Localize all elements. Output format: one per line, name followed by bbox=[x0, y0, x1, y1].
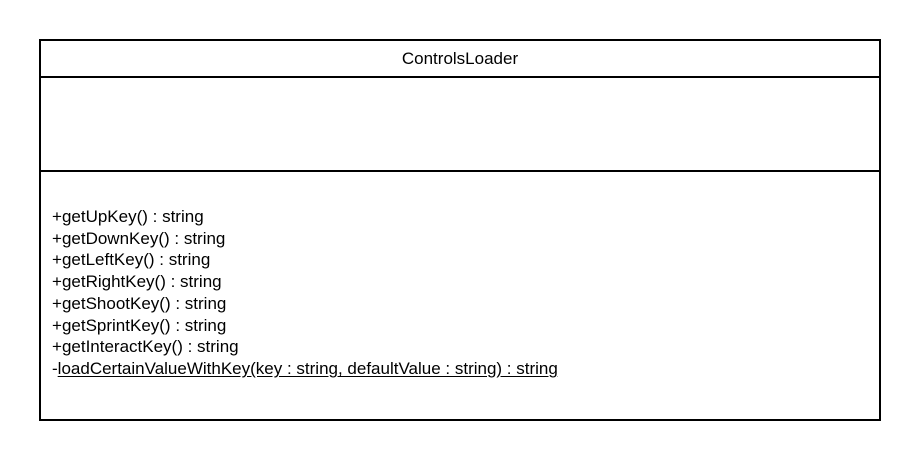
operation-visibility: + bbox=[52, 250, 62, 270]
operation-get-shoot-key: +getShootKey() : string bbox=[52, 293, 879, 315]
attributes-compartment bbox=[41, 78, 879, 172]
class-name: ControlsLoader bbox=[401, 48, 519, 68]
operation-visibility: + bbox=[52, 272, 62, 292]
operation-signature-static: loadCertainValueWithKey(key : string, de… bbox=[57, 358, 558, 378]
operation-signature: getInteractKey() : string bbox=[61, 337, 239, 357]
uml-class-box: ControlsLoader +getUpKey() : string +get… bbox=[39, 39, 881, 421]
operation-signature: getSprintKey() : string bbox=[61, 315, 227, 335]
operation-visibility: + bbox=[52, 315, 62, 335]
operation-get-right-key: +getRightKey() : string bbox=[52, 271, 879, 293]
operation-visibility: + bbox=[52, 337, 62, 357]
operations-compartment: +getUpKey() : string +getDownKey() : str… bbox=[41, 172, 879, 380]
operation-signature: getUpKey() : string bbox=[61, 207, 204, 226]
operation-visibility: + bbox=[52, 293, 62, 313]
operation-signature: getRightKey() : string bbox=[61, 272, 222, 292]
operation-load-certain-value-with-key: -loadCertainValueWithKey(key : string, d… bbox=[52, 358, 879, 380]
operation-signature: getShootKey() : string bbox=[61, 293, 227, 313]
operation-get-sprint-key: +getSprintKey() : string bbox=[52, 315, 879, 337]
operation-get-down-key: +getDownKey() : string bbox=[52, 228, 879, 250]
operation-signature: getDownKey() : string bbox=[61, 228, 226, 248]
operation-visibility: + bbox=[52, 228, 62, 248]
operation-signature: getLeftKey() : string bbox=[61, 250, 211, 270]
operation-get-up-key: +getUpKey() : string bbox=[52, 206, 879, 228]
operation-visibility: + bbox=[52, 207, 62, 226]
operation-get-left-key: +getLeftKey() : string bbox=[52, 249, 879, 271]
operation-get-interact-key: +getInteractKey() : string bbox=[52, 336, 879, 358]
class-name-compartment: ControlsLoader bbox=[41, 41, 879, 78]
